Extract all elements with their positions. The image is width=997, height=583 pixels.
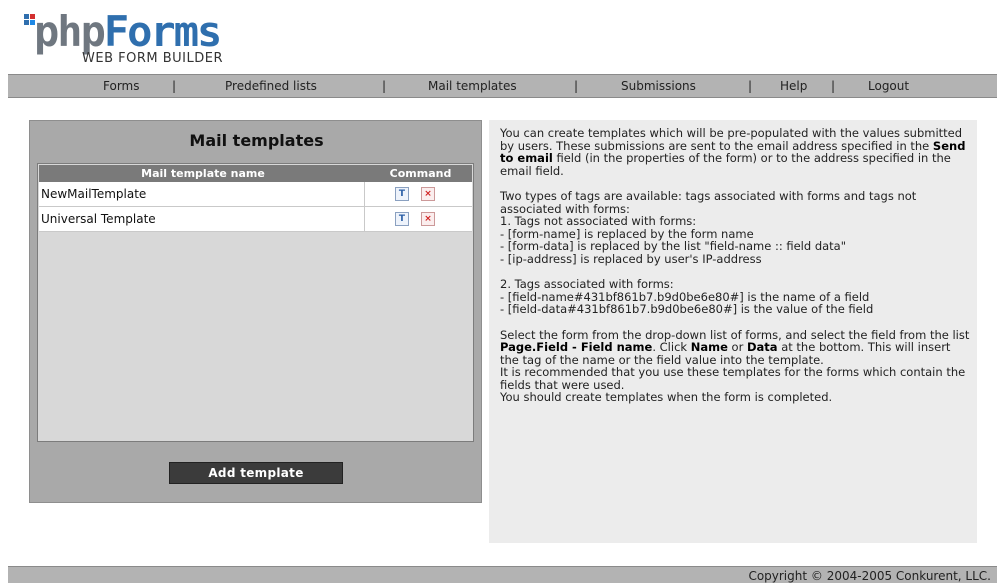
nav-separator: | bbox=[172, 79, 177, 93]
help-text-tags: Two types of tags are available: tags as… bbox=[500, 188, 917, 266]
template-name[interactable]: NewMailTemplate bbox=[41, 182, 365, 206]
nav-forms[interactable]: Forms bbox=[103, 75, 139, 97]
logo-subtitle: WEB FORM BUILDER bbox=[82, 51, 223, 66]
panel-title: Mail templates bbox=[189, 131, 324, 150]
template-name[interactable]: Universal Template bbox=[41, 207, 365, 231]
help-text-part: field (in the properties of the form) or… bbox=[500, 151, 955, 178]
table-row: Universal Template T × bbox=[39, 207, 472, 232]
main-nav: Forms | Predefined lists | Mail template… bbox=[8, 74, 997, 98]
add-template-button[interactable]: Add template bbox=[169, 462, 343, 484]
edit-icon[interactable]: T bbox=[395, 187, 409, 201]
logo-word-brand: Forms bbox=[103, 7, 222, 56]
help-text-form-tags: 2. Tags associated with forms: - [field-… bbox=[500, 277, 874, 317]
footer: Copyright © 2004-2005 Conkurent, LLC. bbox=[8, 566, 997, 583]
nav-separator: | bbox=[574, 79, 579, 93]
help-text-panel: You can create templates which will be p… bbox=[489, 120, 977, 543]
delete-icon[interactable]: × bbox=[421, 187, 435, 201]
logo-word-plain: php bbox=[34, 7, 106, 56]
nav-predefined-lists[interactable]: Predefined lists bbox=[225, 75, 317, 97]
mail-templates-panel: Mail templates Mail template name Comman… bbox=[29, 120, 482, 503]
column-header-name: Mail template name bbox=[141, 167, 265, 180]
table-header: Mail template name Command bbox=[39, 165, 472, 182]
phpforms-logo[interactable]: phpForms WEB FORM BUILDER bbox=[24, 10, 264, 70]
nav-separator: | bbox=[831, 79, 836, 93]
help-text: You can create templates which will be p… bbox=[500, 127, 972, 404]
header: phpForms WEB FORM BUILDER bbox=[0, 0, 997, 72]
table-row: NewMailTemplate T × bbox=[39, 182, 472, 207]
templates-table-wrap: Mail template name Command NewMailTempla… bbox=[37, 163, 474, 563]
delete-icon[interactable]: × bbox=[421, 212, 435, 226]
templates-table: Mail template name Command NewMailTempla… bbox=[37, 163, 474, 442]
logo-wordmark: phpForms bbox=[34, 7, 222, 56]
copyright-text: Copyright © 2004-2005 Conkurent, LLC. bbox=[748, 569, 991, 583]
command-cell: T × bbox=[369, 182, 472, 206]
edit-icon[interactable]: T bbox=[395, 212, 409, 226]
nav-mail-templates[interactable]: Mail templates bbox=[428, 75, 517, 97]
command-cell: T × bbox=[369, 207, 472, 231]
column-header-command: Command bbox=[389, 167, 452, 180]
nav-help[interactable]: Help bbox=[780, 75, 807, 97]
nav-separator: | bbox=[748, 79, 753, 93]
help-text-part: You can create templates which will be p… bbox=[500, 126, 966, 153]
nav-submissions[interactable]: Submissions bbox=[621, 75, 696, 97]
nav-logout[interactable]: Logout bbox=[868, 75, 909, 97]
nav-separator: | bbox=[382, 79, 387, 93]
